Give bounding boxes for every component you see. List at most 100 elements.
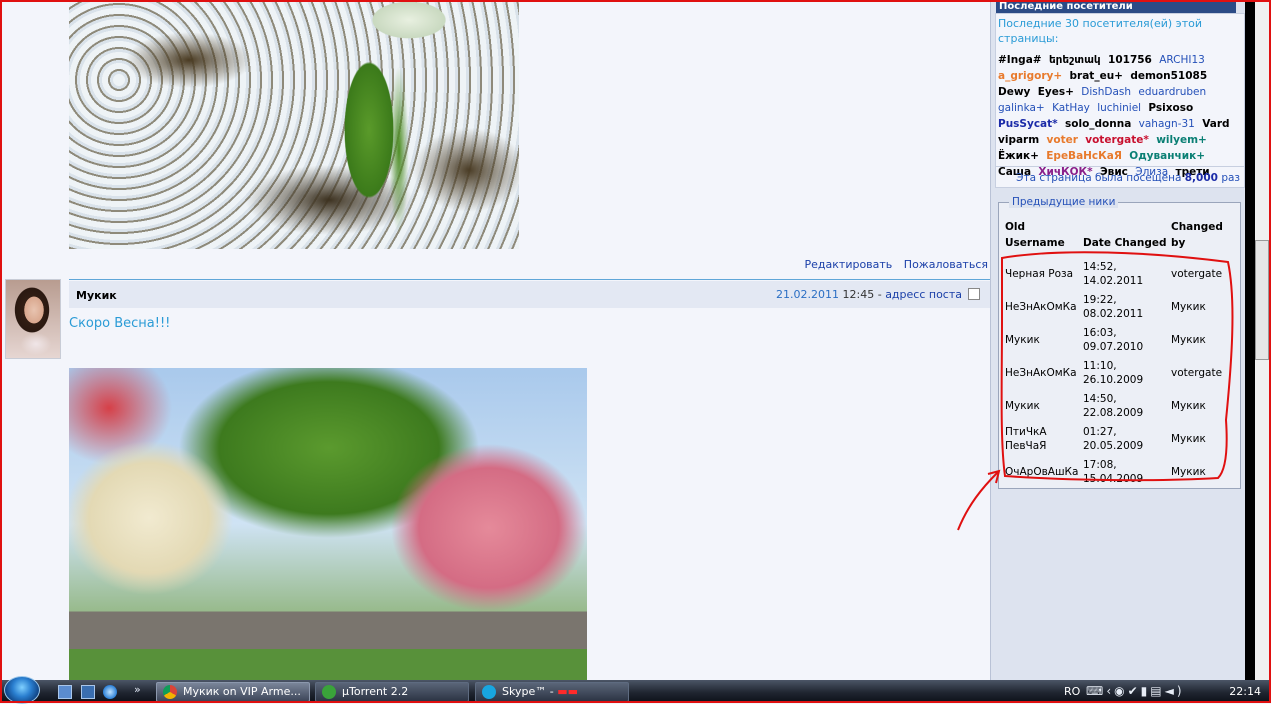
show-desktop-icon[interactable] bbox=[58, 685, 72, 699]
table-row: Мукик 14:50, 22.08.2009 Мукик bbox=[1003, 389, 1237, 422]
post-select-checkbox[interactable] bbox=[968, 288, 980, 300]
visitor-link[interactable]: ЕреВаНсКаЯ bbox=[1046, 150, 1122, 162]
date-changed-cell: 11:10, 26.10.2009 bbox=[1083, 359, 1144, 386]
visitors-panel: Последние 30 посетителя(ей) этой страниц… bbox=[995, 13, 1245, 188]
table-row: НеЗнАкОмКа 11:10, 26.10.2009 votergate bbox=[1003, 356, 1237, 389]
visitor-link[interactable]: solo_donna bbox=[1065, 118, 1131, 130]
visitor-link[interactable]: Ёжик+ bbox=[998, 150, 1039, 162]
changed-by-cell: votergate bbox=[1171, 267, 1223, 280]
date-changed-cell: 14:50, 22.08.2009 bbox=[1083, 392, 1144, 419]
post-actions: Редактировать Пожаловаться bbox=[797, 258, 988, 271]
utorrent-icon bbox=[322, 685, 336, 699]
report-link[interactable]: Пожаловаться bbox=[904, 258, 988, 271]
visitor-link[interactable]: Eyes+ bbox=[1038, 86, 1074, 98]
old-username-cell: ОчАрОвАшКа bbox=[1005, 465, 1079, 478]
post-date: 21.02.2011 bbox=[776, 288, 839, 301]
internet-explorer-icon[interactable] bbox=[103, 685, 117, 699]
taskbar-skype-window[interactable]: Skype™ - ▬▬ bbox=[475, 682, 629, 702]
post-time: 12:45 bbox=[842, 288, 875, 301]
previous-nicks-table: Old Username Date Changed Changed by Чер… bbox=[1003, 217, 1237, 488]
task-label: µTorrent 2.2 bbox=[342, 685, 409, 698]
old-username-cell: Мукик bbox=[1005, 399, 1040, 412]
changed-by-cell: Мукик bbox=[1171, 432, 1206, 445]
visitor-link[interactable]: PusSycat* bbox=[998, 118, 1058, 130]
start-button-icon[interactable] bbox=[4, 676, 40, 704]
post-text: Скоро Весна!!! bbox=[69, 316, 171, 331]
visitor-link[interactable]: voter bbox=[1047, 134, 1078, 146]
table-row: ОчАрОвАшКа 17:08, 15.04.2009 Мукик bbox=[1003, 455, 1237, 488]
visitor-link[interactable]: viparm bbox=[998, 134, 1039, 146]
visitor-link[interactable]: votergate* bbox=[1085, 134, 1149, 146]
old-username-cell: Черная Роза bbox=[1005, 267, 1074, 280]
visitor-link[interactable]: galinka+ bbox=[998, 102, 1045, 114]
visitors-subtitle: Последние 30 посетителя(ей) этой страниц… bbox=[998, 17, 1202, 45]
visitor-link[interactable]: vahagn-31 bbox=[1139, 118, 1195, 130]
table-row: ПтиЧкА ПевЧаЯ 01:27, 20.05.2009 Мукик bbox=[1003, 422, 1237, 455]
changed-by-cell: votergate bbox=[1171, 366, 1223, 379]
date-changed-cell: 17:08, 15.04.2009 bbox=[1083, 458, 1144, 485]
tray-icons[interactable]: ⌨‹◉✔▮▤◄) bbox=[1086, 684, 1185, 698]
main-content: Редактировать Пожаловаться Мукик 21.02.2… bbox=[0, 0, 990, 680]
sidebar: Последние посетители Последние 30 посети… bbox=[990, 0, 1245, 680]
table-row: Мукик 16:03, 09.07.2010 Мукик bbox=[1003, 323, 1237, 356]
previous-nicks-legend: Предыдущие ники bbox=[1009, 196, 1119, 208]
post-permalink[interactable]: адресс поста bbox=[885, 288, 962, 301]
taskbar-utorrent-window[interactable]: µTorrent 2.2 bbox=[315, 682, 469, 702]
visitor-link[interactable]: DishDash bbox=[1081, 86, 1131, 98]
header-changed-by: Changed by bbox=[1171, 221, 1223, 249]
switch-windows-icon[interactable] bbox=[81, 685, 95, 699]
visits-number: 8,000 bbox=[1184, 172, 1218, 184]
visits-suffix: раз bbox=[1221, 172, 1240, 184]
visitor-link[interactable]: a_grigory+ bbox=[998, 70, 1062, 82]
post-meta-separator: - bbox=[877, 288, 882, 301]
header-old-username: Old Username bbox=[1005, 221, 1065, 249]
visitor-link[interactable]: ARCHI13 bbox=[1159, 54, 1205, 66]
date-changed-cell: 01:27, 20.05.2009 bbox=[1083, 425, 1144, 452]
edit-link[interactable]: Редактировать bbox=[805, 258, 893, 271]
visitor-link[interactable]: #Inga# bbox=[998, 54, 1042, 66]
visitor-link[interactable]: luchiniel bbox=[1097, 102, 1141, 114]
visitor-link[interactable]: 101756 bbox=[1108, 54, 1152, 66]
visitor-link[interactable]: Dewy bbox=[998, 86, 1030, 98]
post-author[interactable]: Мукик bbox=[76, 289, 117, 302]
taskbar-chrome-window[interactable]: Мукик on VIP Arme... bbox=[156, 682, 310, 702]
old-username-cell: НеЗнАкОмКа bbox=[1005, 300, 1077, 313]
changed-by-cell: Мукик bbox=[1171, 333, 1206, 346]
visitor-link[interactable]: Одуванчик+ bbox=[1129, 150, 1205, 162]
visits-prefix: Эта страница была посещена bbox=[1016, 172, 1182, 184]
visitor-link[interactable]: demon51085 bbox=[1130, 70, 1207, 82]
task-label: Skype™ - bbox=[502, 685, 554, 698]
visitor-link[interactable]: wilyem+ bbox=[1156, 134, 1207, 146]
date-changed-cell: 16:03, 09.07.2010 bbox=[1083, 326, 1144, 353]
avatar[interactable] bbox=[5, 279, 61, 359]
visitors-title: Последние посетители bbox=[996, 0, 1236, 13]
scrollbar-thumb[interactable] bbox=[1255, 240, 1269, 360]
redacted-scribble-icon: ▬▬ bbox=[557, 685, 578, 698]
date-changed-cell: 14:52, 14.02.2011 bbox=[1083, 260, 1144, 287]
page-scrollbar[interactable] bbox=[1245, 0, 1271, 680]
blossom-trees-photo bbox=[69, 368, 587, 680]
changed-by-cell: Мукик bbox=[1171, 399, 1206, 412]
previous-nicks-panel: Предыдущие ники Old Username Date Change… bbox=[998, 196, 1241, 489]
changed-by-cell: Мукик bbox=[1171, 465, 1206, 478]
date-changed-cell: 19:22, 08.02.2011 bbox=[1083, 293, 1144, 320]
taskbar: » Мукик on VIP Arme... µTorrent 2.2 Skyp… bbox=[0, 676, 1271, 704]
visitor-link[interactable]: eduardruben bbox=[1138, 86, 1206, 98]
changed-by-cell: Мукик bbox=[1171, 300, 1206, 313]
post-divider bbox=[69, 279, 990, 280]
clock[interactable]: 22:14 bbox=[1229, 685, 1261, 698]
snowdrop-photo bbox=[69, 0, 519, 249]
visitor-link[interactable]: brat_eu+ bbox=[1070, 70, 1123, 82]
quicklaunch-more-icon[interactable]: » bbox=[134, 683, 141, 696]
old-username-cell: НеЗнАкОмКа bbox=[1005, 366, 1077, 379]
visits-count: Эта страница была посещена 8,000 раз bbox=[996, 166, 1244, 184]
visitor-link[interactable]: KatHay bbox=[1052, 102, 1090, 114]
visitor-link[interactable]: Vard bbox=[1202, 118, 1229, 130]
old-username-cell: ПтиЧкА ПевЧаЯ bbox=[1005, 425, 1047, 452]
visitor-link[interactable]: Psixoso bbox=[1148, 102, 1193, 114]
table-row: НеЗнАкОмКа 19:22, 08.02.2011 Мукик bbox=[1003, 290, 1237, 323]
language-indicator[interactable]: RO bbox=[1064, 685, 1080, 698]
table-row: Черная Роза 14:52, 14.02.2011 votergate bbox=[1003, 257, 1237, 290]
old-username-cell: Мукик bbox=[1005, 333, 1040, 346]
visitor-link[interactable]: երեշտակ bbox=[1049, 54, 1101, 66]
